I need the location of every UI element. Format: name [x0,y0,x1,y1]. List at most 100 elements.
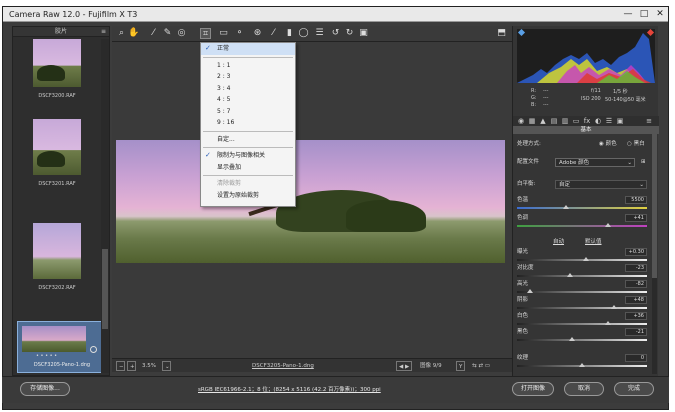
target-adjust-icon[interactable]: ◎ [176,28,187,39]
color-sampler-icon[interactable]: ✎ [162,28,173,39]
rotate-cw-icon[interactable]: ↻ [344,28,355,39]
treatment-color-radio[interactable]: ◉ 颜色 [599,140,617,148]
slider-knob[interactable] [567,273,573,277]
scrollbar-thumb[interactable] [102,249,108,329]
texture-slider[interactable] [517,363,647,367]
filmstrip-thumbnail[interactable]: DSCF3201.RAF [33,119,81,187]
tab-detail-icon[interactable]: ▲ [539,117,547,125]
tab-lens-icon[interactable]: ▭ [572,117,580,125]
blacks-value[interactable]: -21 [625,328,647,336]
profile-select[interactable]: Adobe 颜色 ⌄ [555,158,635,167]
menu-item-normal[interactable]: ✓ 正常 [201,43,295,55]
rotate-ccw-icon[interactable]: ↺ [330,28,341,39]
auto-link[interactable]: 自动 [553,238,564,246]
white-balance-select[interactable]: 自定 ⌄ [555,180,647,189]
menu-item-4-5[interactable]: 4 : 5 [201,94,295,106]
slider-knob[interactable] [611,305,617,309]
profile-browser-icon[interactable]: ⊞ [641,158,646,166]
bottom-bar: 存储图像... sRGB IEC61966-2.1；8 位；(8254 x 51… [2,376,669,403]
preview-canvas[interactable] [112,42,512,358]
tab-effects-icon[interactable]: fx [583,117,591,125]
menu-item-set-original-crop[interactable]: 设置为原始裁剪 [201,190,295,202]
exposure-value[interactable]: +0.30 [625,248,647,256]
scrollbar-thumb[interactable] [652,128,657,278]
white-balance-icon[interactable]: ⁄ [148,28,159,39]
zoom-icon[interactable]: ⌕ [116,28,127,39]
temperature-value[interactable]: 5500 [625,196,647,204]
maximize-button[interactable]: □ [637,8,651,20]
contrast-value[interactable]: -23 [625,264,647,272]
slider-knob[interactable] [605,321,611,325]
menu-item-constrain[interactable]: ✓ 限制为与图像相关 [201,150,295,162]
close-button[interactable]: ✕ [653,8,667,20]
presets-icon[interactable]: ☰ [314,28,325,39]
graduated-filter-icon[interactable]: ▮ [284,28,295,39]
filmstrip-thumbnail-selected[interactable]: • • • • • DSCF3205-Pano-1.dng [17,321,107,373]
straighten-icon[interactable]: ▭ [218,28,229,39]
zoom-in-icon[interactable]: + [127,361,136,371]
temperature-slider[interactable] [517,205,647,209]
filmstrip-scrollbar[interactable] [101,39,109,373]
slider-knob[interactable] [583,257,589,261]
slider-knob[interactable] [579,363,585,367]
slider-knob[interactable] [563,205,569,209]
spot-removal-icon[interactable]: ⚬ [234,28,245,39]
filmstrip-menu-icon[interactable]: ≡ [101,27,106,37]
crop-icon[interactable]: ⌗ [200,28,211,39]
whites-value[interactable]: +36 [625,312,647,320]
default-link[interactable]: 默认值 [585,238,602,246]
menu-item-5-7[interactable]: 5 : 7 [201,106,295,118]
hand-icon[interactable]: ✋ [128,28,139,39]
compare-icon[interactable]: Y [456,361,466,371]
zoom-level[interactable]: 3.5% [142,361,156,371]
shadows-slider[interactable] [517,305,647,309]
before-after-icon[interactable]: ⇆ ⇄ ▭ [472,361,490,371]
tab-hsl-icon[interactable]: ▤ [550,117,558,125]
tab-calibration-icon[interactable]: ◐ [594,117,602,125]
menu-item-3-4[interactable]: 3 : 4 [201,83,295,95]
open-image-button[interactable]: 打开图像 [512,382,554,396]
menu-item-1-1[interactable]: 1 : 1 [201,60,295,72]
tint-value[interactable]: +41 [625,214,647,222]
texture-value[interactable]: 0 [625,354,647,362]
minimize-button[interactable]: — [621,8,635,20]
panel-menu-icon[interactable]: ≡ [645,117,653,125]
fullscreen-icon[interactable]: ⬒ [496,28,507,39]
save-image-button[interactable]: 存储图像... [20,382,70,396]
menu-item-9-16[interactable]: 9 : 16 [201,117,295,129]
slider-knob[interactable] [605,223,611,227]
tab-presets-icon[interactable]: ☰ [605,117,613,125]
exposure-slider[interactable] [517,257,647,261]
radial-filter-icon[interactable]: ◯ [298,28,309,39]
tab-split-toning-icon[interactable]: ▥ [561,117,569,125]
brush-icon[interactable]: ⁄ [268,28,279,39]
slider-knob[interactable] [569,337,575,341]
red-eye-icon[interactable]: ⊛ [252,28,263,39]
panel-scrollbar[interactable] [652,128,657,374]
menu-item-custom[interactable]: 自定... [201,134,295,146]
tab-snapshots-icon[interactable]: ▣ [616,117,624,125]
rating-stars[interactable]: • • • • • [36,353,57,359]
blacks-slider[interactable] [517,337,647,341]
menu-item-2-3[interactable]: 2 : 3 [201,71,295,83]
delete-icon[interactable]: ▣ [358,28,369,39]
cancel-button[interactable]: 取消 [564,382,604,396]
nav-arrows[interactable]: ◀ ▶ [396,361,413,371]
workflow-options-link[interactable]: sRGB IEC61966-2.1；8 位；(8254 x 5116 (42.2… [198,385,381,393]
tint-slider[interactable] [517,223,647,227]
tab-tone-curve-icon[interactable]: ▦ [528,117,536,125]
zoom-dropdown-icon[interactable]: ⌄ [162,361,171,371]
highlights-value[interactable]: -82 [625,280,647,288]
filmstrip-thumbnail[interactable]: DSCF3202.RAF [33,223,81,291]
done-button[interactable]: 完成 [614,382,654,396]
filmstrip-thumbnail[interactable]: DSCF3200.RAF [33,39,81,99]
tab-basic-icon[interactable]: ◉ [517,117,525,125]
shadows-value[interactable]: +48 [625,296,647,304]
zoom-out-icon[interactable]: − [116,361,125,371]
whites-slider[interactable] [517,321,647,325]
highlights-slider[interactable] [517,289,647,293]
slider-knob[interactable] [527,289,533,293]
treatment-bw-radio[interactable]: ○ 黑白 [627,140,645,148]
contrast-slider[interactable] [517,273,647,277]
menu-item-show-overlay[interactable]: 显示叠加 [201,162,295,174]
